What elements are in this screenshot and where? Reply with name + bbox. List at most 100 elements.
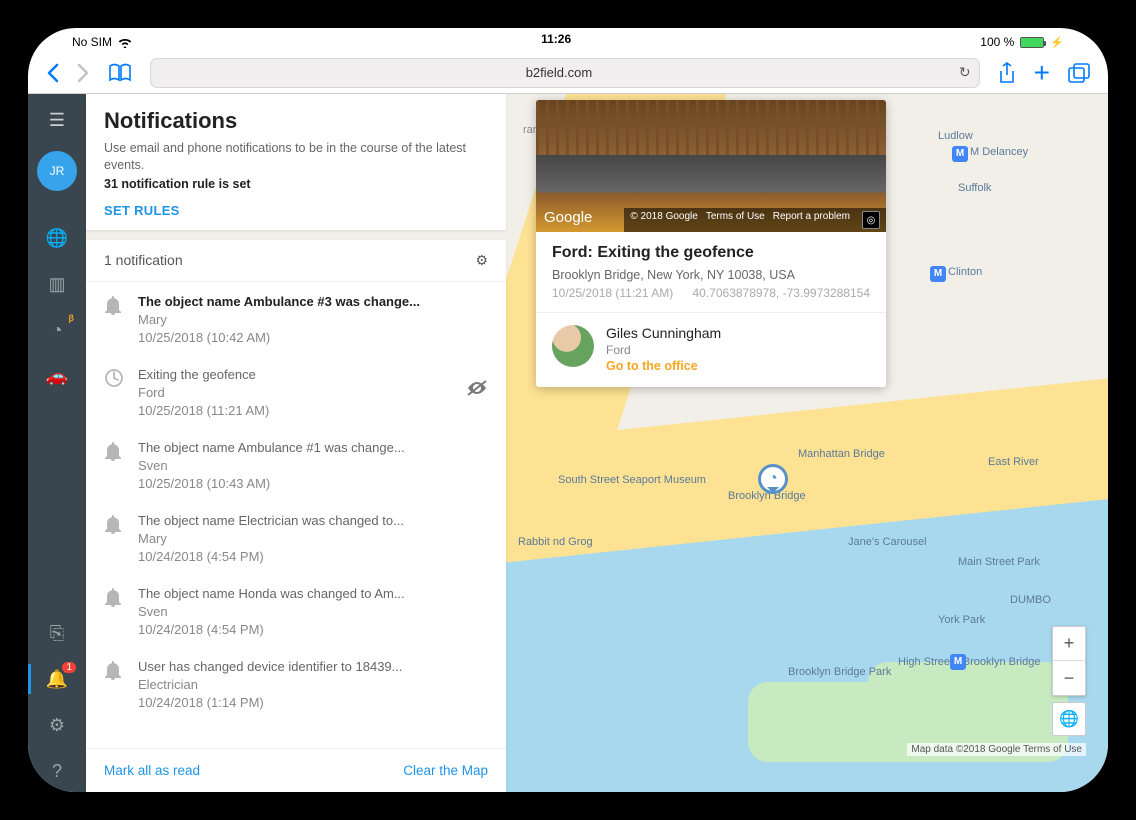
menu-button[interactable]: ☰ xyxy=(49,104,65,147)
bell-icon xyxy=(104,586,124,637)
person-action-link[interactable]: Go to the office xyxy=(606,359,721,373)
item-author: Ford xyxy=(138,385,488,400)
notifications-icon[interactable]: 🔔1 xyxy=(28,658,86,700)
metro-icon: M xyxy=(930,266,946,282)
share-button[interactable] xyxy=(998,62,1016,84)
geofence-icon xyxy=(104,367,124,418)
item-title: Exiting the geofence xyxy=(138,367,488,382)
map-label: East River xyxy=(988,456,1039,468)
panel-subtitle: Use email and phone notifications to be … xyxy=(104,140,488,174)
metro-icon: M xyxy=(952,146,968,162)
card-address: Brooklyn Bridge, New York, NY 10038, USA xyxy=(552,268,870,282)
person-name: Giles Cunningham xyxy=(606,325,721,341)
map-label: Rabbit nd Grog xyxy=(518,536,593,548)
battery-pct: 100 % xyxy=(980,35,1014,49)
map-label: Main Street Park xyxy=(958,556,1040,568)
vehicle-icon[interactable]: 🚗 xyxy=(28,355,86,397)
notif-badge: 1 xyxy=(62,662,76,673)
item-date: 10/24/2018 (1:14 PM) xyxy=(138,695,488,710)
tabs-button[interactable] xyxy=(1068,63,1090,83)
notification-item[interactable]: The object name Electrician was changed … xyxy=(86,501,506,574)
item-author: Electrician xyxy=(138,677,488,692)
help-icon[interactable]: ? xyxy=(28,750,86,792)
bookmarks-button[interactable] xyxy=(108,63,132,83)
item-title: The object name Ambulance #3 was change.… xyxy=(138,294,488,309)
sv-compass-icon[interactable]: ◎ xyxy=(862,211,880,229)
sv-report-link[interactable]: Report a problem xyxy=(773,211,850,229)
map-label: York Park xyxy=(938,614,985,626)
map-label: M Delancey xyxy=(970,146,1028,158)
item-title: The object name Electrician was changed … xyxy=(138,513,488,528)
back-button[interactable] xyxy=(46,63,59,83)
notification-item[interactable]: User has changed device identifier to 18… xyxy=(86,647,506,720)
panel-title: Notifications xyxy=(104,108,488,134)
clock: 11:26 xyxy=(541,32,571,52)
ios-status-bar: No SIM 11:26 100 % ⚡ xyxy=(28,28,1108,52)
item-date: 10/25/2018 (10:43 AM) xyxy=(138,476,488,491)
metro-icon: M xyxy=(950,654,966,670)
item-date: 10/25/2018 (10:42 AM) xyxy=(138,330,488,345)
item-author: Sven xyxy=(138,604,488,619)
map-label: DUMBO xyxy=(1010,594,1051,606)
map-label: South Street Seaport Museum xyxy=(558,474,706,486)
zoom-control: + − xyxy=(1052,626,1086,696)
address-bar[interactable]: b2field.com ↻ xyxy=(150,58,980,88)
zoom-out-button[interactable]: − xyxy=(1053,661,1085,695)
person-avatar[interactable] xyxy=(552,325,594,367)
hide-icon[interactable] xyxy=(466,379,488,397)
map-label: Ludlow xyxy=(938,130,973,142)
list-settings-button[interactable]: ⚙ xyxy=(475,252,488,269)
streetview-image[interactable]: Google © 2018 Google Terms of Use Report… xyxy=(536,100,886,232)
map-label: Clinton xyxy=(948,266,982,278)
logout-icon[interactable]: ⎘ xyxy=(28,612,86,654)
notification-item[interactable]: The object name Ambulance #1 was change.… xyxy=(86,428,506,501)
item-author: Mary xyxy=(138,531,488,546)
reports-icon[interactable]: ▥ xyxy=(28,263,86,305)
notification-item[interactable]: The object name Honda was changed to Am.… xyxy=(86,574,506,647)
notification-item[interactable]: The object name Ambulance #3 was change.… xyxy=(86,282,506,355)
zoom-in-button[interactable]: + xyxy=(1053,627,1085,661)
avatar[interactable]: JR xyxy=(37,151,77,191)
card-timestamp: 10/25/2018 (11:21 AM) xyxy=(552,286,673,300)
map-label: Suffolk xyxy=(958,182,991,194)
globe-icon[interactable]: 🌐 xyxy=(28,217,86,259)
map-type-button[interactable]: 🌐 xyxy=(1052,702,1086,736)
item-title: The object name Honda was changed to Am.… xyxy=(138,586,488,601)
item-title: The object name Ambulance #1 was change.… xyxy=(138,440,488,455)
set-rules-button[interactable]: SET RULES xyxy=(104,203,488,218)
map-marker[interactable]: ◔ xyxy=(758,464,788,494)
charging-icon: ⚡ xyxy=(1050,36,1064,49)
sv-terms-link[interactable]: Terms of Use xyxy=(706,211,765,229)
bell-icon xyxy=(104,440,124,491)
person-vehicle: Ford xyxy=(606,343,721,357)
map-label: Brooklyn Bridge Park xyxy=(788,666,891,678)
settings-icon[interactable]: ⚙ xyxy=(28,704,86,746)
list-header: 1 notification xyxy=(104,252,183,268)
bell-icon xyxy=(104,294,124,345)
map-label: Manhattan Bridge xyxy=(798,448,885,460)
item-date: 10/24/2018 (4:54 PM) xyxy=(138,549,488,564)
new-tab-button[interactable]: + xyxy=(1034,57,1050,89)
item-author: Sven xyxy=(138,458,488,473)
detail-card: Google © 2018 Google Terms of Use Report… xyxy=(536,100,886,387)
reload-icon[interactable]: ↻ xyxy=(959,64,971,81)
forward-button xyxy=(77,63,90,83)
clear-map-button[interactable]: Clear the Map xyxy=(403,763,488,778)
map-attribution: Map data ©2018 Google Terms of Use xyxy=(907,743,1086,756)
card-title: Ford: Exiting the geofence xyxy=(552,244,870,262)
rules-count: 31 notification rule is set xyxy=(104,176,488,193)
notification-item[interactable]: Exiting the geofence Ford 10/25/2018 (11:2… xyxy=(86,355,506,428)
item-title: User has changed device identifier to 18… xyxy=(138,659,488,674)
url-text: b2field.com xyxy=(159,65,959,80)
safari-toolbar: b2field.com ↻ + xyxy=(28,52,1108,94)
mark-all-read-button[interactable]: Mark all as read xyxy=(104,763,200,778)
carrier-label: No SIM xyxy=(72,35,112,49)
wifi-icon xyxy=(118,37,132,48)
sv-copyright: © 2018 Google xyxy=(630,211,697,229)
map-label: Jane's Carousel xyxy=(848,536,927,548)
item-date: 10/25/2018 (11:21 AM) xyxy=(138,403,488,418)
geofence-icon[interactable]: ◔β xyxy=(28,309,86,351)
streetview-logo: Google xyxy=(544,209,592,226)
sidebar: ☰ JR 🌐 ▥ ◔β 🚗 ⎘ 🔔1 ⚙ ? xyxy=(28,94,86,792)
item-date: 10/24/2018 (4:54 PM) xyxy=(138,622,488,637)
